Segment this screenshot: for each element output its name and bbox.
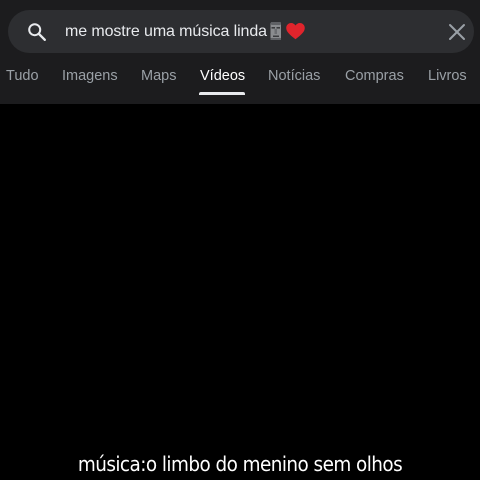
tab-imagens[interactable]: Imagens bbox=[62, 68, 118, 84]
active-tab-indicator bbox=[199, 92, 245, 95]
video-player[interactable] bbox=[0, 104, 480, 480]
search-input[interactable]: me mostre uma música linda bbox=[65, 10, 305, 53]
tab-videos[interactable]: Vídeos bbox=[200, 68, 245, 84]
search-icon[interactable] bbox=[26, 21, 48, 43]
tab-livros[interactable]: Livros bbox=[428, 68, 467, 84]
video-caption: música:o limbo do menino sem olhos bbox=[77, 452, 403, 476]
screen: me mostre uma música linda Tudo Imagens … bbox=[0, 0, 480, 480]
tab-maps[interactable]: Maps bbox=[141, 68, 176, 84]
moai-emoji-icon bbox=[270, 21, 281, 40]
tab-compras[interactable]: Compras bbox=[345, 68, 404, 84]
tab-noticias[interactable]: Notícias bbox=[268, 68, 320, 84]
close-icon[interactable] bbox=[448, 23, 466, 41]
red-heart-emoji-icon bbox=[286, 22, 305, 39]
search-bar[interactable]: me mostre uma música linda bbox=[8, 10, 474, 53]
search-query-text: me mostre uma música linda bbox=[65, 22, 267, 40]
search-header: me mostre uma música linda Tudo Imagens … bbox=[0, 0, 480, 104]
tab-tudo[interactable]: Tudo bbox=[6, 68, 39, 84]
